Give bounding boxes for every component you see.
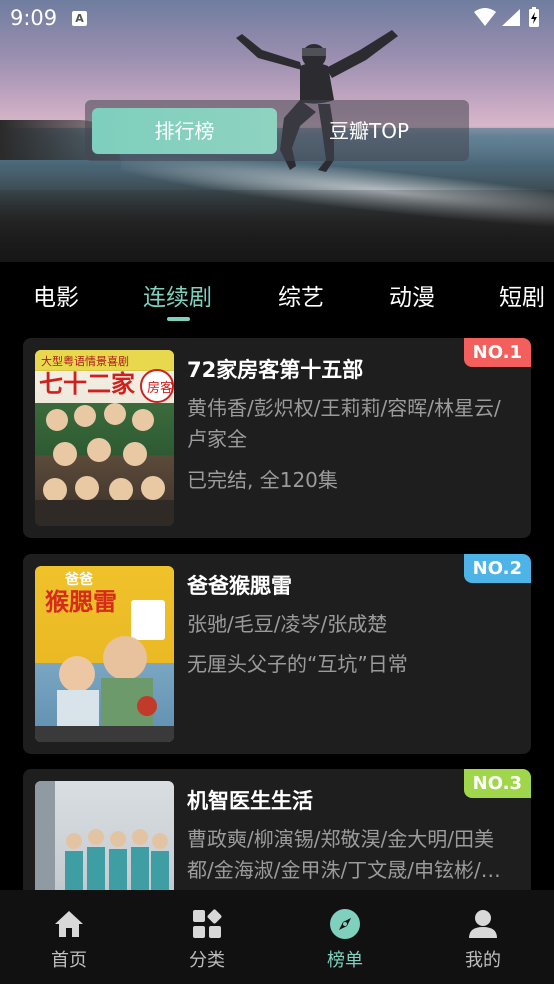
active-tab-indicator (167, 317, 190, 321)
notification-icon: A (72, 11, 87, 26)
category-tabs: 电影 连续剧 综艺 动漫 短剧 (0, 262, 554, 324)
status-icons (474, 7, 539, 27)
status-bar: 9:09 A (0, 0, 554, 36)
rank-badge: NO.3 (463, 769, 531, 798)
nav-profile[interactable]: 我的 (414, 890, 552, 984)
ranking-card[interactable]: 爸爸 猴腮雷 爸爸猴腮雷 张驰/毛豆/凌岑/张成楚 无厘头父子的“互坑”日常 N… (23, 554, 531, 754)
poster-dad-art: 爸爸 猴腮雷 (35, 571, 174, 742)
wifi-icon (474, 8, 496, 26)
ranking-card[interactable]: 机智医生生活 曹政奭/柳演锡/郑敬淏/金大明/田美都/金海淑/金甲洙/丁文晟/申… (23, 769, 531, 890)
home-icon (55, 911, 83, 937)
svg-text:爸爸: 爸爸 (64, 571, 93, 588)
ranking-cast: 曹政奭/柳演锡/郑敬淏/金大明/田美都/金海淑/金甲洙/丁文晟/申铉彬/… (187, 827, 501, 882)
svg-text:猴腮雷: 猴腮雷 (45, 588, 117, 616)
signal-icon (502, 9, 520, 26)
category-icon (193, 909, 222, 938)
ranking-cast: 黄伟香/彭炽权/王莉莉/容晖/林星云/卢家全 (187, 396, 501, 451)
tab-ranking[interactable]: 排行榜 (92, 108, 277, 154)
ranking-title: 机智医生生活 (187, 789, 313, 813)
status-time: 9:09 (10, 6, 58, 30)
nav-home[interactable]: 首页 (0, 890, 138, 984)
nav-label: 分类 (189, 950, 225, 971)
ranking-source-switch: 排行榜 豆瓣TOP (85, 100, 469, 161)
tab-anime[interactable]: 动漫 (389, 278, 435, 312)
poster-hospital-playlist-art (35, 781, 169, 890)
tab-variety[interactable]: 综艺 (278, 278, 324, 312)
battery-icon (529, 7, 539, 27)
nav-label: 首页 (51, 950, 87, 971)
nav-category[interactable]: 分类 (138, 890, 276, 984)
tab-short-drama[interactable]: 短剧 (499, 278, 545, 312)
rank-badge: NO.1 (463, 338, 531, 367)
ranking-card[interactable]: 大型粤语情景喜剧 七十二家 房客 72家房客第十五部 黄伟香/彭炽权/王莉莉/容… (23, 338, 531, 538)
nav-label: 我的 (465, 950, 501, 971)
nav-ranking[interactable]: 榜单 (276, 890, 414, 984)
ranking-desc: 无厘头父子的“互坑”日常 (187, 652, 408, 676)
svg-text:大型粤语情景喜剧: 大型粤语情景喜剧 (41, 354, 129, 368)
bottom-navigation: 首页 分类 榜单 我的 (0, 890, 554, 984)
tab-douban-top[interactable]: 豆瓣TOP (277, 108, 461, 154)
ranking-title: 爸爸猴腮雷 (187, 574, 292, 598)
ranking-title: 72家房客第十五部 (187, 358, 364, 382)
ranking-cast: 张驰/毛豆/凌岑/张成楚 (187, 612, 388, 636)
poster-image: 爸爸 猴腮雷 (35, 566, 174, 742)
rank-badge: NO.2 (463, 554, 531, 583)
compass-icon (330, 909, 360, 939)
ranking-list[interactable]: 大型粤语情景喜剧 七十二家 房客 72家房客第十五部 黄伟香/彭炽权/王莉莉/容… (0, 338, 554, 890)
poster-image (35, 781, 174, 890)
tab-movie[interactable]: 电影 (33, 278, 79, 312)
svg-text:房客: 房客 (147, 380, 173, 396)
poster-72-tenants-art: 大型粤语情景喜剧 七十二家 房客 (35, 350, 174, 526)
nav-label: 榜单 (327, 950, 363, 971)
poster-image: 大型粤语情景喜剧 七十二家 房客 (35, 350, 174, 526)
ranking-desc: 已完结, 全120集 (187, 468, 338, 492)
svg-text:七十二家: 七十二家 (39, 370, 135, 398)
profile-icon (469, 910, 497, 938)
tab-tv-series[interactable]: 连续剧 (143, 278, 212, 312)
